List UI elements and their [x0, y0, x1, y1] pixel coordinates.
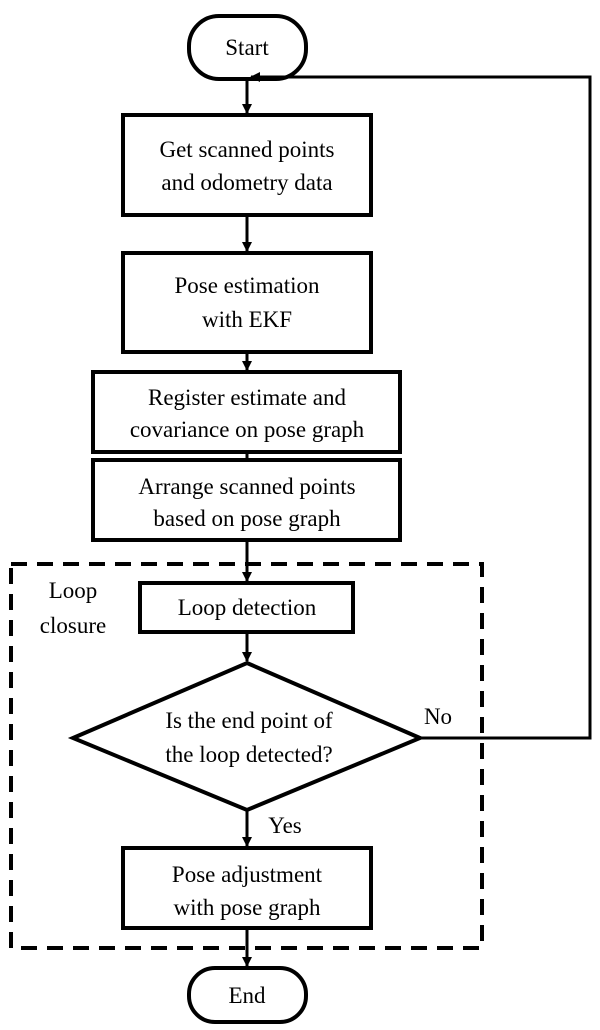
no-label: No	[424, 704, 452, 729]
register-line1: Register estimate and	[148, 385, 346, 410]
yes-label: Yes	[268, 813, 302, 838]
end-label: End	[228, 983, 266, 1008]
flowchart: Loop closure Start No Yes Get scanned po…	[9, 14, 592, 1024]
arrange-line2: based on pose graph	[153, 506, 341, 531]
loop-closure-label-line1: Loop	[49, 578, 98, 603]
register-line2: covariance on pose graph	[130, 417, 365, 442]
decision-line1: Is the end point of	[165, 708, 333, 733]
get-data-line1: Get scanned points	[159, 137, 334, 162]
get-data-line2: and odometry data	[161, 170, 332, 195]
pose-estimation-box	[121, 251, 373, 354]
pose-estimation-line1: Pose estimation	[174, 273, 320, 298]
decision-diamond	[67, 660, 426, 813]
pose-adjustment-line1: Pose adjustment	[172, 862, 323, 887]
get-data-box	[121, 113, 373, 217]
pose-adjustment-line2: with pose graph	[174, 895, 321, 920]
start-label: Start	[225, 35, 269, 60]
arrange-line1: Arrange scanned points	[138, 474, 355, 499]
loop-detection-label: Loop detection	[178, 595, 317, 620]
loop-closure-label-line2: closure	[40, 613, 106, 638]
decision-line2: the loop detected?	[165, 742, 332, 767]
pose-estimation-line2: with EKF	[202, 307, 292, 332]
